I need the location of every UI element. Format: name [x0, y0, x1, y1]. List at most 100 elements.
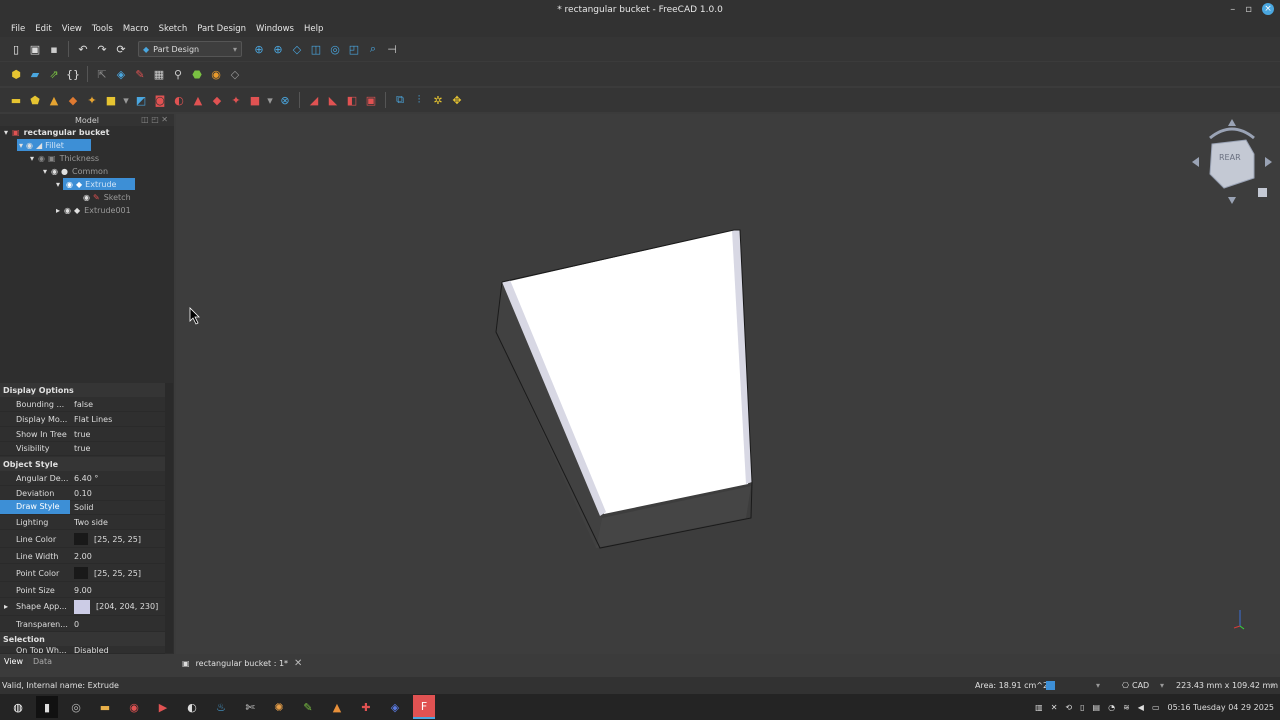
- loft-icon[interactable]: ▲: [46, 92, 62, 108]
- expand-arrow-icon[interactable]: ▸: [4, 602, 8, 611]
- network-icon[interactable]: ◔: [1108, 703, 1115, 712]
- clock[interactable]: 05:16 Tuesday 04 29 2025: [1168, 703, 1275, 712]
- fit-all-icon[interactable]: ⊕: [251, 41, 267, 57]
- close-icon[interactable]: ×: [1262, 3, 1274, 15]
- tree-item-common[interactable]: ▾ ◉ ● Common: [43, 165, 108, 177]
- visibility-eye-icon[interactable]: ◉: [51, 167, 58, 176]
- steam-icon[interactable]: ♨: [210, 696, 232, 718]
- linear-pattern-icon[interactable]: ⫶: [411, 92, 427, 108]
- tree-item-sketch[interactable]: ◉ ✎ Sketch: [83, 191, 131, 203]
- navcube-body[interactable]: [1209, 139, 1255, 189]
- chevron-down-icon[interactable]: ▾: [1096, 681, 1100, 690]
- menu-launcher-icon[interactable]: ◍: [7, 696, 29, 718]
- select-icon[interactable]: ⇱: [94, 66, 110, 82]
- subtractive-primitive-icon[interactable]: ■: [247, 92, 263, 108]
- fillet-icon[interactable]: ◢: [306, 92, 322, 108]
- property-row-draw-style[interactable]: Draw Style Solid: [0, 500, 165, 515]
- measure-icon[interactable]: ⊣: [384, 41, 400, 57]
- navcube-arrow-up-icon[interactable]: [1228, 119, 1236, 126]
- collapse-arrow-icon[interactable]: ▾: [43, 167, 47, 176]
- menu-sketch[interactable]: Sketch: [154, 24, 193, 34]
- update-icon[interactable]: ⟲: [1065, 703, 1072, 712]
- new-document-icon[interactable]: ▯: [8, 41, 24, 57]
- property-row[interactable]: Bounding ... false: [0, 397, 165, 412]
- freecad-icon[interactable]: F: [413, 695, 435, 719]
- group-display-options[interactable]: Display Options: [0, 383, 165, 397]
- visibility-eye-icon[interactable]: ◉: [64, 206, 71, 215]
- mirrored-icon[interactable]: ⧉: [392, 92, 408, 108]
- subtractive-pipe-icon[interactable]: ◆: [209, 92, 225, 108]
- chamfer-icon[interactable]: ◣: [325, 92, 341, 108]
- workbench-selector[interactable]: ◆ Part Design ▾: [138, 41, 242, 57]
- vlc-icon[interactable]: ▲: [326, 696, 348, 718]
- property-row[interactable]: Show In Tree true: [0, 427, 165, 442]
- inkscape-icon[interactable]: ✎: [297, 696, 319, 718]
- visibility-eye-icon[interactable]: ◉: [38, 154, 45, 163]
- tab-data[interactable]: Data: [29, 655, 56, 669]
- clipboard-icon[interactable]: ▤: [1093, 703, 1101, 712]
- visibility-eye-icon[interactable]: ◉: [26, 141, 33, 150]
- tree-item-thickness[interactable]: ▾ ◉ ▣ Thickness: [30, 152, 99, 164]
- expand-arrow-icon[interactable]: ▸: [56, 206, 60, 215]
- app-blue-icon[interactable]: ◈: [384, 696, 406, 718]
- panel-float-icon[interactable]: ◫ ◰ ✕: [141, 115, 168, 124]
- status-unit-swatch[interactable]: [1046, 681, 1055, 690]
- bounding-box-icon[interactable]: ◫: [308, 41, 324, 57]
- save-icon[interactable]: ▪: [46, 41, 62, 57]
- disks-icon[interactable]: ◎: [65, 696, 87, 718]
- hole-icon[interactable]: ◙: [152, 92, 168, 108]
- property-row[interactable]: Lighting Two side: [0, 515, 165, 530]
- property-row[interactable]: On Top Wh... Disabled: [0, 646, 165, 654]
- navcube-rotate-icon[interactable]: [1209, 127, 1255, 140]
- fit-selection-icon[interactable]: ⊕: [270, 41, 286, 57]
- tree-item-document[interactable]: ▾ ▣ rectangular bucket: [4, 126, 109, 138]
- property-row[interactable]: Line Color [25, 25, 25]: [0, 531, 165, 548]
- volume-icon[interactable]: ◀: [1138, 703, 1144, 712]
- property-row[interactable]: Transparen... 0: [0, 617, 165, 632]
- viewport-canvas[interactable]: REAR: [176, 114, 1280, 654]
- create-group-icon[interactable]: ▰: [27, 66, 43, 82]
- shape-binder-icon[interactable]: ⚲: [170, 66, 186, 82]
- revolution-icon[interactable]: ⬟: [27, 92, 43, 108]
- subtractive-loft-icon[interactable]: ▲: [190, 92, 206, 108]
- draw-style-icon[interactable]: ◎: [327, 41, 343, 57]
- vpn-icon[interactable]: ▯: [1080, 703, 1084, 712]
- minimize-icon[interactable]: –: [1230, 4, 1235, 15]
- obs-icon[interactable]: ◐: [181, 696, 203, 718]
- collapse-arrow-icon[interactable]: ▾: [4, 128, 8, 137]
- property-row[interactable]: Line Width 2.00: [0, 549, 165, 564]
- collapse-arrow-icon[interactable]: ▾: [56, 180, 60, 189]
- view-isometric-icon[interactable]: ◇: [289, 41, 305, 57]
- boolean-icon[interactable]: ⊗: [277, 92, 293, 108]
- datum-point-icon[interactable]: ◈: [113, 66, 129, 82]
- nav-style-selector[interactable]: CAD: [1132, 681, 1149, 690]
- undo-icon[interactable]: ↶: [75, 41, 91, 57]
- chevron-down-icon[interactable]: ▾: [1270, 681, 1274, 690]
- menu-tools[interactable]: Tools: [87, 24, 118, 34]
- chrome-icon[interactable]: ◉: [123, 696, 145, 718]
- tree-item-fillet[interactable]: ▾ ◉ ◢ Fillet: [17, 139, 91, 151]
- terminal-icon[interactable]: ▮: [36, 696, 58, 718]
- link-icon[interactable]: ⇗: [46, 66, 62, 82]
- visibility-eye-icon[interactable]: ◉: [83, 193, 90, 202]
- helix-icon[interactable]: ✦: [84, 92, 100, 108]
- wifi-icon[interactable]: ≋: [1123, 703, 1130, 712]
- navcube-arrow-left-icon[interactable]: [1192, 157, 1199, 167]
- media-player-icon[interactable]: ▶: [152, 696, 174, 718]
- clone-icon[interactable]: ◉: [208, 66, 224, 82]
- menu-view[interactable]: View: [57, 24, 87, 34]
- collapse-arrow-icon[interactable]: ▾: [30, 154, 34, 163]
- refresh-icon[interactable]: ⟳: [113, 41, 129, 57]
- menu-part-design[interactable]: Part Design: [192, 24, 251, 34]
- groove-icon[interactable]: ◐: [171, 92, 187, 108]
- app-red-icon[interactable]: ✚: [355, 696, 377, 718]
- chevron-down-icon[interactable]: ▾: [266, 92, 274, 108]
- app-tray-icon[interactable]: ✕: [1051, 703, 1058, 712]
- std-views-icon[interactable]: ◰: [346, 41, 362, 57]
- create-body-icon[interactable]: ⬢: [8, 66, 24, 82]
- menu-edit[interactable]: Edit: [30, 24, 56, 34]
- blender-icon[interactable]: ✺: [268, 696, 290, 718]
- property-row[interactable]: ▸ Shape App... [204, 204, 230]: [0, 598, 165, 616]
- property-row[interactable]: Display Mo... Flat Lines: [0, 412, 165, 427]
- tab-view[interactable]: View: [0, 655, 27, 669]
